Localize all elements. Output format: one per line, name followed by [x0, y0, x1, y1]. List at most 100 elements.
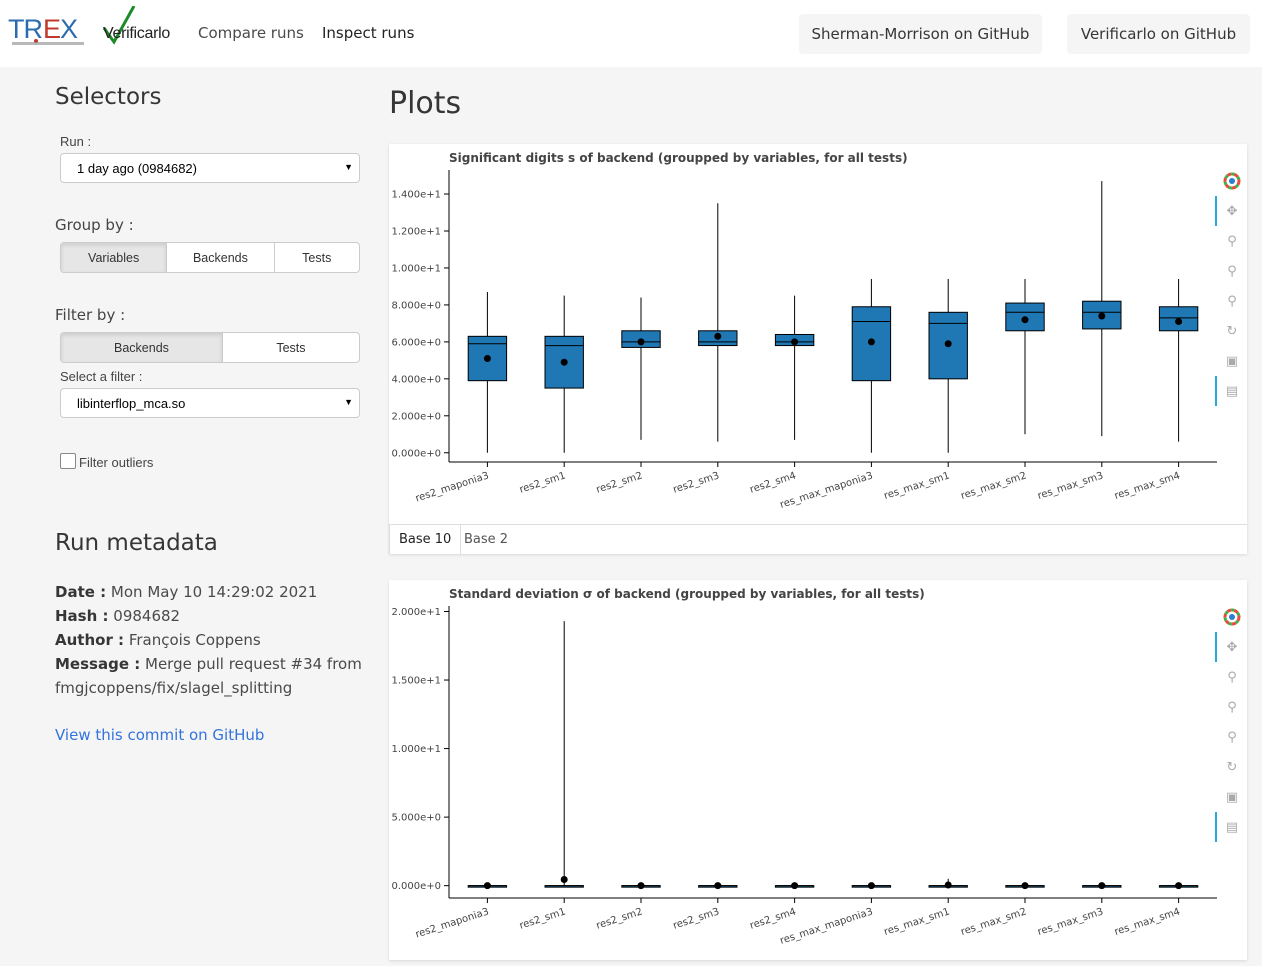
mean-point-res2_maponia3 — [483, 882, 491, 890]
selectors-title: Selectors — [55, 84, 162, 110]
mean-point-res_max_sm2 — [1021, 316, 1029, 324]
x-tick-label: res2_sm4 — [749, 470, 798, 495]
tab-base-2[interactable]: Base 2 — [455, 525, 517, 554]
bokeh-logo-icon[interactable] — [1223, 172, 1241, 190]
std-deviation-card: Standard deviation σ of backend (grouppe… — [389, 580, 1247, 960]
run-select[interactable]: 1 day ago (0984682) ▼ — [60, 153, 360, 183]
zoom-out-icon[interactable]: ⚲ — [1223, 728, 1241, 746]
chart-toolbar: ✥ ⚲ ⚲ ⚲ ↻ ▣ ▤ — [1215, 606, 1247, 846]
mean-point-res_max_maponia3 — [867, 338, 875, 346]
filter-select[interactable]: libinterflop_mca.so ▼ — [60, 388, 360, 418]
mean-point-res_max_sm2 — [1021, 882, 1029, 890]
group-by-tests-button[interactable]: Tests — [273, 243, 359, 272]
x-tick-label: res2_sm2 — [595, 470, 644, 495]
box-zoom-icon[interactable]: ⚲ — [1223, 262, 1241, 280]
mean-point-res_max_sm1 — [944, 881, 952, 889]
mean-point-res2_sm2 — [637, 882, 645, 890]
x-tick-label: res_max_sm1 — [883, 470, 951, 502]
run-label: Run : — [60, 134, 92, 149]
tab-base-10[interactable]: Base 10 — [389, 525, 462, 554]
group-by-backends-button[interactable]: Backends — [166, 243, 273, 272]
hover-tool-icon[interactable]: ▤ — [1223, 818, 1241, 836]
mean-point-res2_sm4 — [791, 338, 799, 346]
meta-author: Author : François Coppens — [55, 628, 261, 652]
chevron-down-icon: ▼ — [344, 397, 353, 407]
x-tick-label: res2_maponia3 — [414, 470, 490, 504]
y-tick-label: 1.000e+1 — [391, 263, 441, 274]
x-tick-label: res2_sm2 — [595, 906, 644, 931]
filter-by-backends-button[interactable]: Backends — [61, 333, 222, 362]
pan-tool-icon[interactable]: ✥ — [1223, 202, 1241, 220]
toolbar-active-indicator — [1215, 812, 1217, 842]
x-tick-label: res2_sm1 — [518, 470, 567, 495]
plots-title: Plots — [389, 86, 462, 121]
save-icon[interactable]: ▣ — [1223, 352, 1241, 370]
y-tick-label: 4.000e+0 — [391, 374, 441, 385]
mean-point-res2_sm1 — [560, 875, 568, 883]
save-icon[interactable]: ▣ — [1223, 788, 1241, 806]
reset-icon[interactable]: ↻ — [1223, 758, 1241, 776]
y-tick-label: 1.500e+1 — [391, 676, 441, 687]
meta-hash-value: 0984682 — [113, 607, 181, 625]
x-tick-label: res_max_sm2 — [960, 906, 1028, 938]
filter-by-tests-button[interactable]: Tests — [221, 333, 359, 362]
pan-tool-icon[interactable]: ✥ — [1223, 638, 1241, 656]
hover-tool-icon[interactable]: ▤ — [1223, 382, 1241, 400]
chart-title: Significant digits s of backend (grouppe… — [449, 151, 908, 165]
mean-point-res_max_sm3 — [1098, 312, 1106, 320]
meta-message-label: Message : — [55, 655, 141, 673]
nav-inspect-runs[interactable]: Inspect runs — [322, 24, 414, 42]
meta-author-value: François Coppens — [128, 631, 261, 649]
wheel-zoom-icon[interactable]: ⚲ — [1223, 668, 1241, 686]
mean-point-res_max_sm3 — [1098, 882, 1106, 890]
trex-logo[interactable]: TR E X — [8, 12, 88, 48]
meta-message-line2: fmgjcoppens/fix/slagel_splitting — [55, 679, 293, 697]
meta-hash: Hash : 0984682 — [55, 604, 180, 628]
group-by-variables-button[interactable]: Variables — [61, 243, 167, 272]
x-tick-label: res_max_sm3 — [1036, 470, 1104, 502]
wheel-zoom-icon[interactable]: ⚲ — [1223, 232, 1241, 250]
box-zoom-icon[interactable]: ⚲ — [1223, 698, 1241, 716]
x-tick-label: res_max_sm1 — [883, 906, 951, 938]
chevron-down-icon: ▼ — [344, 162, 353, 172]
filter-by-label: Filter by : — [55, 306, 126, 324]
filter-select-value: libinterflop_mca.so — [77, 395, 186, 411]
run-select-value: 1 day ago (0984682) — [77, 160, 197, 176]
x-tick-label: res_max_sm3 — [1036, 906, 1104, 938]
y-tick-label: 0.000e+0 — [391, 881, 441, 892]
filter-outliers-label: Filter outliers — [79, 455, 154, 470]
filter-by-buttons: Backends Tests — [60, 332, 360, 363]
mean-point-res2_sm1 — [560, 358, 568, 366]
x-tick-label: res_max_sm4 — [1113, 906, 1181, 938]
mean-point-res2_sm3 — [714, 332, 722, 340]
std-deviation-chart: Standard deviation σ of backend (grouppe… — [391, 587, 1217, 947]
reset-icon[interactable]: ↻ — [1223, 322, 1241, 340]
mean-point-res_max_sm4 — [1175, 882, 1183, 890]
mean-point-res_max_sm4 — [1175, 318, 1183, 326]
filter-outliers-checkbox[interactable] — [60, 453, 76, 469]
x-tick-label: res_max_sm2 — [960, 470, 1028, 502]
y-tick-label: 1.200e+1 — [391, 226, 441, 237]
zoom-out-icon[interactable]: ⚲ — [1223, 292, 1241, 310]
verificarlo-logo[interactable]: Verificarlo — [100, 6, 182, 46]
select-filter-label: Select a filter : — [60, 369, 143, 384]
svg-text:E: E — [43, 14, 61, 44]
significant-digits-chart: Significant digits s of backend (grouppe… — [391, 151, 1217, 511]
sherman-morrison-github-button[interactable]: Sherman-Morrison on GitHub — [799, 14, 1042, 54]
x-tick-label: res2_sm3 — [672, 906, 721, 931]
x-tick-label: res2_sm4 — [749, 906, 798, 931]
view-commit-github-link[interactable]: View this commit on GitHub — [55, 726, 264, 744]
bokeh-logo-icon[interactable] — [1223, 608, 1241, 626]
toolbar-active-indicator — [1215, 632, 1217, 662]
verificarlo-github-button[interactable]: Verificarlo on GitHub — [1067, 14, 1250, 54]
base-tabs: Base 10 Base 2 — [389, 524, 1247, 554]
nav-compare-runs[interactable]: Compare runs — [198, 24, 304, 42]
y-tick-label: 1.000e+1 — [391, 744, 441, 755]
y-tick-label: 0.000e+0 — [391, 448, 441, 459]
y-tick-label: 8.000e+0 — [391, 300, 441, 311]
mean-point-res2_sm4 — [791, 882, 799, 890]
meta-message-value: Merge pull request #34 from — [145, 655, 362, 673]
y-tick-label: 6.000e+0 — [391, 337, 441, 348]
meta-message: Message : Merge pull request #34 from — [55, 652, 362, 676]
meta-hash-label: Hash : — [55, 607, 109, 625]
